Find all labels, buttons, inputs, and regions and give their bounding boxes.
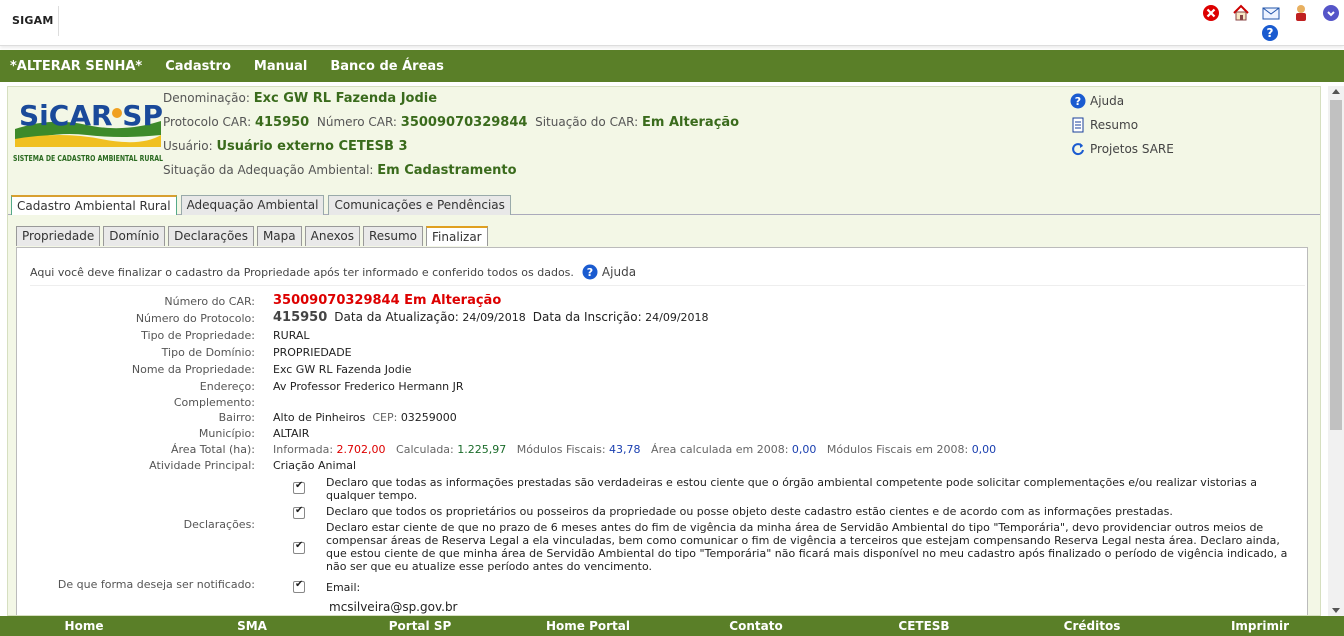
nav-manual[interactable]: Manual (254, 59, 307, 74)
top-icons (1202, 4, 1340, 22)
ajuda-link[interactable]: ? Ajuda (1070, 89, 1174, 113)
divider (58, 6, 59, 36)
projetos-sare-link[interactable]: Projetos SARE (1070, 137, 1174, 161)
modulos-2008: 0,00 (971, 443, 997, 456)
usuario-value: Usuário externo CETESB 3 (216, 139, 408, 154)
declaracao-checkbox-3[interactable] (293, 540, 305, 554)
declaracao-checkbox-1[interactable] (293, 480, 305, 494)
declaracao-text-1: Declaro que todas as informações prestad… (326, 476, 1257, 502)
content-frame: SiCAR SP SISTEMA DE CADASTRO AMBIENTAL R… (7, 86, 1321, 616)
header-adequacao: Situação da Adequação Ambiental: Em Cada… (163, 163, 517, 178)
header-usuario: Usuário: Usuário externo CETESB 3 (163, 139, 408, 154)
svg-text:?: ? (1075, 95, 1081, 108)
svg-text:?: ? (1267, 26, 1274, 40)
power-icon[interactable] (1322, 4, 1340, 22)
footer-portal-sp[interactable]: Portal SP (336, 619, 504, 633)
main-nav: *ALTERAR SENHA* Cadastro Manual Banco de… (0, 50, 1344, 82)
inner-tabs: Propriedade Domínio Declarações Mapa Ane… (16, 226, 488, 246)
tab-propriedade[interactable]: Propriedade (16, 226, 101, 246)
user-icon[interactable] (1292, 4, 1310, 22)
help-icon: ? (1070, 93, 1086, 109)
resumo-link[interactable]: Resumo (1070, 113, 1174, 137)
email-value: mcsilveira@sp.gov.br (329, 600, 458, 614)
close-icon[interactable] (1202, 4, 1220, 22)
numero-car-status: 35009070329844 Em Alteração (273, 293, 502, 308)
modulos-fiscais: 43,78 (609, 443, 641, 456)
app-brand: SIGAM (12, 14, 54, 27)
intro-help-link[interactable]: ? Ajuda (582, 264, 636, 280)
help-icon: ? (582, 264, 598, 280)
data-atualizacao: 24/09/2018 (462, 311, 526, 324)
vertical-scrollbar[interactable] (1328, 86, 1344, 616)
footer-creditos[interactable]: Créditos (1008, 619, 1176, 633)
header-denominacao: Denominação: Exc GW RL Fazenda Jodie (163, 91, 438, 106)
tab-adequacao-ambiental[interactable]: Adequação Ambiental (180, 195, 325, 215)
logo-sicar-text: SiCAR SP (19, 99, 163, 132)
intro-text: Aqui você deve finalizar o cadastro da P… (30, 265, 574, 279)
home-icon[interactable] (1232, 4, 1250, 22)
tab-cadastro-ambiental-rural[interactable]: Cadastro Ambiental Rural (11, 195, 177, 215)
tab-declaracoes[interactable]: Declarações (168, 226, 254, 246)
declaracao-text-3: Declaro estar ciente de que no prazo de … (326, 521, 1288, 573)
situacao-car-value: Em Alteração (642, 115, 740, 130)
tab-anexos[interactable]: Anexos (304, 226, 360, 246)
tab-resumo[interactable]: Resumo (362, 226, 424, 246)
sicar-logo: SiCAR SP SISTEMA DE CADASTRO AMBIENTAL R… (11, 95, 163, 167)
area-calculada: 1.225,97 (457, 443, 507, 456)
footer-nav: Home SMA Portal SP Home Portal Contato C… (0, 616, 1344, 636)
area-informada: 2.702,00 (336, 443, 386, 456)
footer-imprimir[interactable]: Imprimir (1176, 619, 1344, 633)
scroll-up-icon[interactable] (1332, 89, 1340, 94)
numero-car-value: 35009070329844 (400, 115, 528, 130)
nav-alterar-senha[interactable]: *ALTERAR SENHA* (10, 59, 142, 74)
protocolo-value: 415950 (254, 115, 310, 130)
footer-home-portal[interactable]: Home Portal (504, 619, 672, 633)
divider (30, 285, 1305, 286)
intro: Aqui você deve finalizar o cadastro da P… (30, 264, 636, 280)
declaracao-checkbox-2[interactable] (293, 505, 305, 519)
tab-mapa[interactable]: Mapa (256, 226, 302, 246)
tab-comunicacoes-pendencias[interactable]: Comunicações e Pendências (328, 195, 511, 215)
header-protocolo: Protocolo CAR: 415950 Número CAR: 350090… (163, 115, 740, 130)
adequacao-value: Em Cadastramento (377, 163, 517, 178)
inner-panel: Propriedade Domínio Declarações Mapa Ane… (11, 224, 1313, 615)
denominacao-value: Exc GW RL Fazenda Jodie (253, 91, 438, 106)
protocolo-value: 415950 (273, 310, 328, 325)
top-bar: SIGAM ? (0, 0, 1344, 46)
finalizar-panel: Aqui você deve finalizar o cadastro da P… (16, 247, 1308, 615)
logo-subtitle: SISTEMA DE CADASTRO AMBIENTAL RURAL (13, 153, 163, 163)
help-icon[interactable]: ? (1261, 24, 1279, 42)
side-links: ? Ajuda Resumo Projetos SARE (1070, 89, 1174, 161)
outer-tabs: Cadastro Ambiental Rural Adequação Ambie… (11, 195, 511, 215)
svg-text:?: ? (587, 266, 593, 279)
refresh-icon (1070, 141, 1086, 157)
document-icon (1070, 117, 1086, 133)
email-label: Email: (326, 581, 361, 594)
data-inscricao: 24/09/2018 (645, 311, 709, 324)
nav-banco-de-areas[interactable]: Banco de Áreas (330, 59, 444, 74)
footer-home[interactable]: Home (0, 619, 168, 633)
email-checkbox[interactable] (293, 579, 305, 593)
nav-cadastro[interactable]: Cadastro (165, 59, 231, 74)
scroll-thumb[interactable] (1330, 100, 1342, 430)
tab-dominio[interactable]: Domínio (103, 226, 166, 246)
mail-icon[interactable] (1262, 4, 1280, 22)
scroll-down-icon[interactable] (1332, 608, 1340, 613)
tab-finalizar[interactable]: Finalizar (426, 226, 488, 246)
area-2008: 0,00 (791, 443, 817, 456)
footer-cetesb[interactable]: CETESB (840, 619, 1008, 633)
footer-contato[interactable]: Contato (672, 619, 840, 633)
footer-sma[interactable]: SMA (168, 619, 336, 633)
declaracao-text-2: Declaro que todos os proprietários ou po… (326, 505, 1173, 518)
